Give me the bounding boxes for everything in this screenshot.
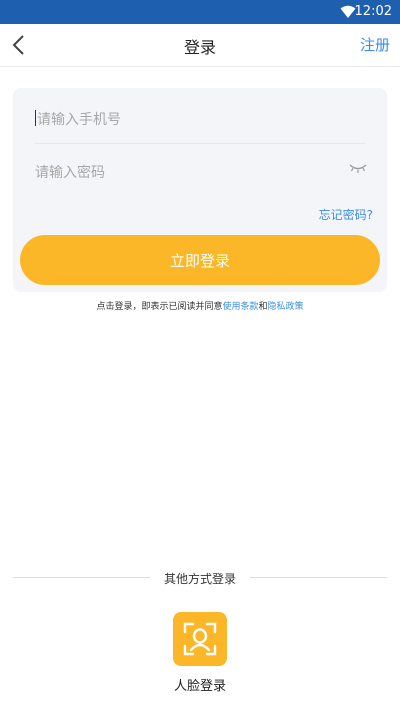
forgot-password-link[interactable]: 忘记密码? — [319, 206, 373, 223]
nav-bar: 登录 注册 — [0, 24, 400, 67]
agreement-text: 点击登录，即表示已阅读并同意使用条款和隐私政策 — [0, 299, 400, 312]
status-bar: 12:02 — [0, 0, 400, 24]
agreement-prefix: 点击登录，即表示已阅读并同意 — [96, 302, 223, 312]
password-input[interactable]: 请输入密码 — [35, 157, 365, 185]
eye-closed-icon[interactable] — [349, 162, 367, 174]
login-card: 请输入手机号 请输入密码 忘记密码? 立即登录 — [13, 88, 387, 292]
status-time: 12:02 — [354, 4, 392, 19]
phone-input[interactable]: 请输入手机号 — [35, 104, 365, 132]
face-login-label: 人脸登录 — [173, 679, 226, 694]
other-login-divider: 其他方式登录 — [13, 570, 387, 586]
other-login-heading: 其他方式登录 — [163, 572, 236, 586]
password-placeholder: 请输入密码 — [35, 165, 105, 181]
text-caret — [35, 110, 36, 126]
login-button[interactable]: 立即登录 — [20, 235, 380, 285]
field-divider — [35, 143, 365, 144]
terms-link[interactable]: 使用条款 — [222, 302, 258, 312]
privacy-link[interactable]: 隐私政策 — [268, 302, 304, 312]
face-login-button[interactable] — [173, 612, 227, 666]
agreement-and: 和 — [258, 302, 268, 312]
divider-line-right — [250, 577, 387, 578]
page-title: 登录 — [183, 38, 216, 57]
face-id-icon — [183, 622, 217, 656]
login-screen: 12:02 登录 注册 请输入手机号 请输入密码 忘记密码? 立即登录 点击登录… — [0, 0, 400, 710]
register-button[interactable]: 注册 — [360, 34, 390, 55]
phone-placeholder: 请输入手机号 — [37, 112, 121, 128]
